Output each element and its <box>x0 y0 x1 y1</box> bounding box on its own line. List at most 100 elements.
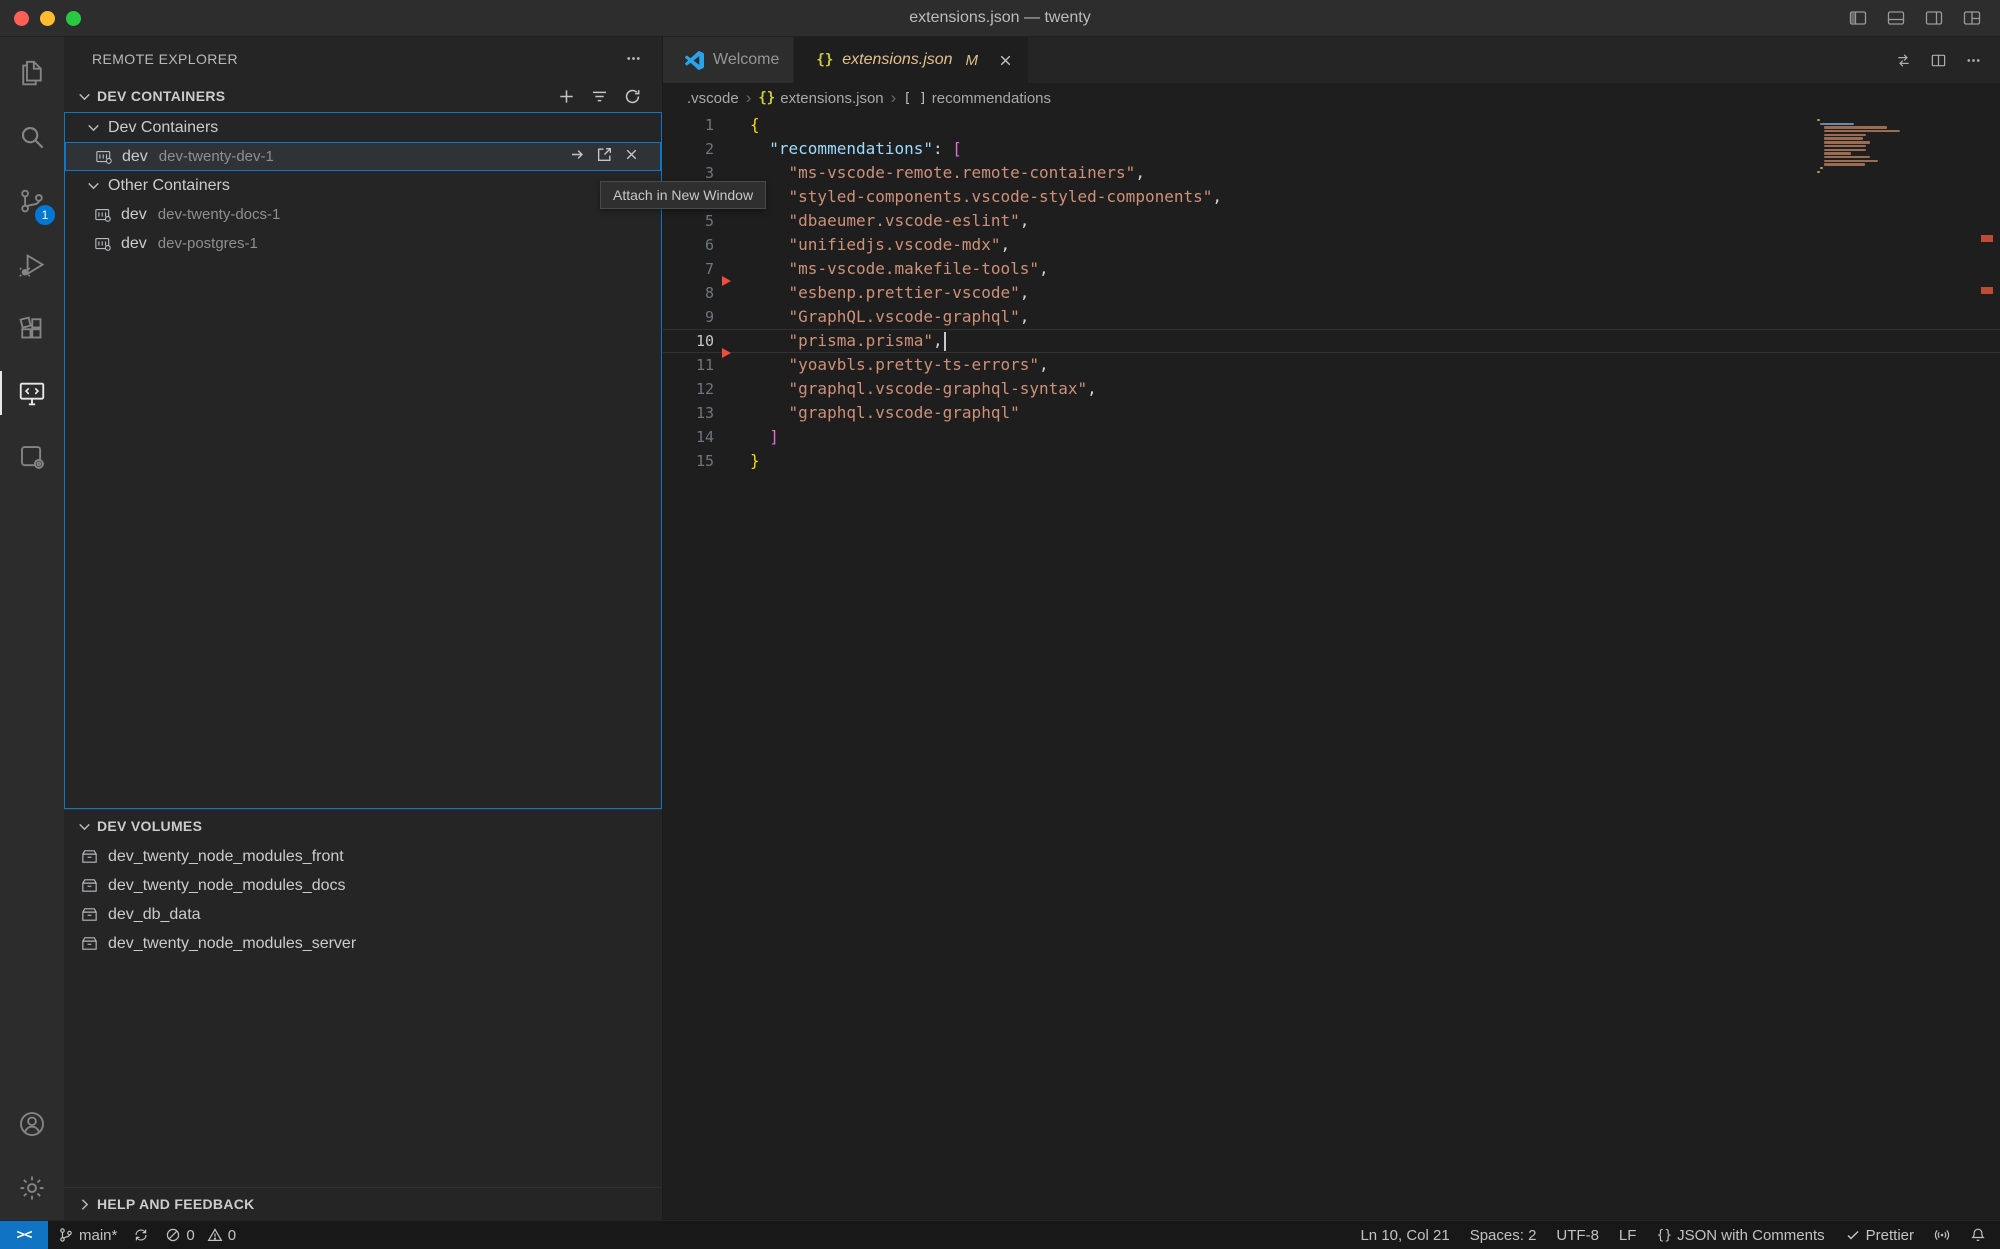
volume-row[interactable]: dev_twenty_node_modules_docs <box>64 871 662 900</box>
breadcrumb-folder[interactable]: .vscode <box>687 90 739 107</box>
line-number: 9 <box>663 305 714 329</box>
container-group-row[interactable]: Other Containers <box>65 171 661 200</box>
code-line[interactable]: 3 "ms-vscode-remote.remote-containers", <box>663 161 2000 185</box>
line-text: "prisma.prisma", <box>750 329 946 353</box>
gutter <box>714 401 750 425</box>
sync-icon <box>133 1227 149 1243</box>
minimap[interactable] <box>1817 119 1897 174</box>
attach-new-window-button[interactable] <box>596 146 613 168</box>
code-line[interactable]: 11 "yoavbls.pretty-ts-errors", <box>663 353 2000 377</box>
tab-welcome[interactable]: Welcome <box>663 37 794 83</box>
check-icon <box>1845 1227 1861 1243</box>
sidebar-title: REMOTE EXPLORER <box>92 51 238 67</box>
code-line[interactable]: 7 "ms-vscode.makefile-tools", <box>663 257 2000 281</box>
code-line[interactable]: 1{ <box>663 113 2000 137</box>
breadcrumb-symbol[interactable]: [ ]recommendations <box>903 90 1051 107</box>
formatter-item[interactable]: Prettier <box>1845 1227 1914 1244</box>
container-tools-icon[interactable] <box>0 425 64 489</box>
code-line[interactable]: 8 "esbenp.prettier-vscode", <box>663 281 2000 305</box>
broadcast-icon[interactable] <box>1934 1227 1950 1243</box>
remote-explorer-icon[interactable] <box>0 361 64 425</box>
gutter <box>714 113 750 137</box>
encoding-item[interactable]: UTF-8 <box>1556 1227 1599 1244</box>
extensions-icon[interactable] <box>0 297 64 361</box>
text-cursor <box>944 332 946 351</box>
eol-item[interactable]: LF <box>1619 1227 1637 1244</box>
git-branch-item[interactable]: main* <box>58 1227 117 1244</box>
minimap-line <box>1820 123 1854 125</box>
git-deleted-marker <box>722 276 731 286</box>
overview-ruler-mark <box>1981 235 1993 242</box>
line-text: "graphql.vscode-graphql" <box>750 401 1020 425</box>
code-line[interactable]: 4 "styled-components.vscode-styled-compo… <box>663 185 2000 209</box>
volume-label: dev_twenty_node_modules_front <box>108 848 344 866</box>
volume-row[interactable]: dev_twenty_node_modules_front <box>64 842 662 871</box>
remote-indicator[interactable]: >< <box>0 1221 48 1249</box>
code-editor[interactable]: 1{2 "recommendations": [3 "ms-vscode-rem… <box>663 113 2000 1220</box>
code-line[interactable]: 2 "recommendations": [ <box>663 137 2000 161</box>
volume-label: dev_db_data <box>108 906 201 924</box>
container-item-row[interactable]: devdev-twenty-docs-1 <box>65 200 661 229</box>
code-line[interactable]: 6 "unifiedjs.vscode-mdx", <box>663 233 2000 257</box>
help-feedback-section-header[interactable]: HELP AND FEEDBACK <box>64 1187 662 1220</box>
container-item-row[interactable]: devdev-postgres-1 <box>65 229 661 258</box>
minimap-line <box>1824 137 1863 139</box>
open-changes-icon[interactable] <box>1895 52 1912 69</box>
more-actions-icon[interactable] <box>625 50 642 67</box>
problems-item[interactable]: 0 0 <box>165 1227 236 1244</box>
editor-more-actions-icon[interactable] <box>1965 52 1982 69</box>
dev-volumes-list: dev_twenty_node_modules_front dev_twenty_… <box>64 842 662 958</box>
toggle-sidebar-icon[interactable] <box>1848 8 1868 28</box>
gutter <box>714 209 750 233</box>
gutter <box>714 449 750 473</box>
container-group-row[interactable]: Dev Containers <box>65 113 661 142</box>
section-label: DEV CONTAINERS <box>97 88 225 104</box>
filter-list-icon[interactable] <box>590 87 609 106</box>
explorer-icon[interactable] <box>0 41 64 105</box>
line-number: 6 <box>663 233 714 257</box>
stop-container-button[interactable] <box>623 146 640 168</box>
source-control-icon[interactable]: 1 <box>0 169 64 233</box>
split-editor-icon[interactable] <box>1930 52 1947 69</box>
minimize-window-button[interactable] <box>40 11 55 26</box>
close-window-button[interactable] <box>14 11 29 26</box>
tab-label: Welcome <box>713 51 779 69</box>
indentation-item[interactable]: Spaces: 2 <box>1470 1227 1537 1244</box>
container-item-row[interactable]: devdev-twenty-dev-1 <box>65 142 661 171</box>
breadcrumb-file[interactable]: {}extensions.json <box>758 90 883 107</box>
close-tab-icon[interactable] <box>997 52 1014 69</box>
dev-volumes-section-header[interactable]: DEV VOLUMES <box>64 809 662 842</box>
dev-containers-section-header[interactable]: DEV CONTAINERS <box>64 80 662 112</box>
volume-row[interactable]: dev_db_data <box>64 900 662 929</box>
code-line[interactable]: 15} <box>663 449 2000 473</box>
new-container-icon[interactable] <box>557 87 576 106</box>
cursor-position-item[interactable]: Ln 10, Col 21 <box>1360 1227 1449 1244</box>
search-icon[interactable] <box>0 105 64 169</box>
zoom-window-button[interactable] <box>66 11 81 26</box>
attach-container-button[interactable] <box>569 146 586 168</box>
line-text: "yoavbls.pretty-ts-errors", <box>750 353 1049 377</box>
toggle-panel-icon[interactable] <box>1886 8 1906 28</box>
code-line[interactable]: 13 "graphql.vscode-graphql" <box>663 401 2000 425</box>
sync-changes-item[interactable] <box>133 1227 149 1243</box>
breadcrumb-separator: › <box>746 88 752 108</box>
language-mode-item[interactable]: {}JSON with Comments <box>1656 1227 1824 1244</box>
container-description: dev-twenty-dev-1 <box>159 148 274 165</box>
code-line[interactable]: 9 "GraphQL.vscode-graphql", <box>663 305 2000 329</box>
customize-layout-icon[interactable] <box>1962 8 1982 28</box>
line-text: "styled-components.vscode-styled-compone… <box>750 185 1222 209</box>
line-number: 2 <box>663 137 714 161</box>
notifications-bell-icon[interactable] <box>1970 1227 1986 1243</box>
volume-row[interactable]: dev_twenty_node_modules_server <box>64 929 662 958</box>
code-line[interactable]: 10 "prisma.prisma", <box>663 329 2000 353</box>
settings-gear-icon[interactable] <box>0 1156 64 1220</box>
code-line[interactable]: 12 "graphql.vscode-graphql-syntax", <box>663 377 2000 401</box>
toggle-secondary-sidebar-icon[interactable] <box>1924 8 1944 28</box>
refresh-icon[interactable] <box>623 87 642 106</box>
code-line[interactable]: 14 ] <box>663 425 2000 449</box>
tab-extensions-json[interactable]: {} extensions.json M <box>794 37 1029 83</box>
code-line[interactable]: 5 "dbaeumer.vscode-eslint", <box>663 209 2000 233</box>
accounts-icon[interactable] <box>0 1092 64 1156</box>
minimap-line <box>1824 156 1870 158</box>
run-debug-icon[interactable] <box>0 233 64 297</box>
